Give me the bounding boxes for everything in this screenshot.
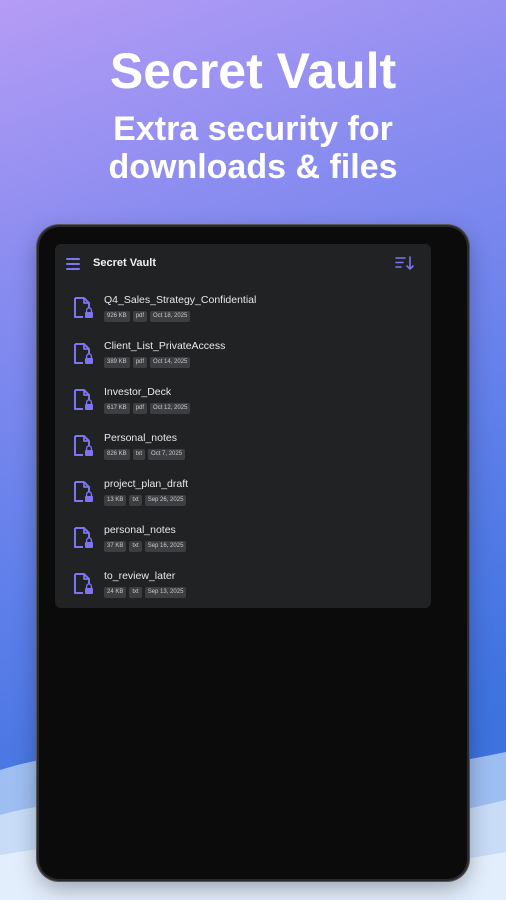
file-name: project_plan_draft bbox=[104, 478, 189, 490]
file-type-chip: txt bbox=[129, 495, 142, 506]
locked-file-icon bbox=[74, 435, 93, 456]
locked-file-icon bbox=[74, 573, 93, 594]
file-type-chip: pdf bbox=[132, 403, 148, 414]
file-list: Q4_Sales_Strategy_Confidential 926 KB pdf O… bbox=[55, 290, 431, 608]
promo-subtitle-line1: Extra security for bbox=[113, 110, 393, 148]
file-row[interactable]: Investor_Deck 617 KB pdf Oct 12, 2025 bbox=[55, 382, 431, 428]
hamburger-menu-icon[interactable] bbox=[66, 258, 80, 270]
file-meta: 826 KB txt Oct 7, 2025 bbox=[104, 449, 186, 460]
app-screen: Secret Vault Q4_Sales_Strategy_Confident… bbox=[55, 244, 431, 608]
file-meta: 24 KB txt Sep 13, 2025 bbox=[104, 587, 187, 598]
file-name: Personal_notes bbox=[104, 432, 177, 444]
file-name: Investor_Deck bbox=[104, 386, 172, 398]
file-meta: 13 KB txt Sep 26, 2025 bbox=[104, 495, 187, 506]
file-size-chip: 37 KB bbox=[104, 541, 127, 552]
file-type-chip: pdf bbox=[132, 311, 148, 322]
sort-icon[interactable] bbox=[395, 255, 415, 271]
file-meta: 37 KB txt Sep 16, 2025 bbox=[104, 541, 187, 552]
file-date-chip: Sep 13, 2025 bbox=[144, 587, 187, 598]
file-name: Q4_Sales_Strategy_Confidential bbox=[104, 294, 257, 306]
locked-file-icon bbox=[74, 389, 93, 410]
file-row[interactable]: to_review_later 24 KB txt Sep 13, 2025 bbox=[55, 566, 431, 608]
file-size-chip: 826 KB bbox=[104, 449, 130, 460]
file-type-chip: txt bbox=[129, 587, 142, 598]
file-row[interactable]: Client_List_PrivateAccess 389 KB pdf Oct 14… bbox=[55, 336, 431, 382]
file-name: to_review_later bbox=[104, 570, 176, 582]
locked-file-icon bbox=[74, 481, 93, 502]
file-row[interactable]: project_plan_draft 13 KB txt Sep 26, 2025 bbox=[55, 474, 431, 520]
file-size-chip: 24 KB bbox=[104, 587, 127, 598]
file-meta: 389 KB pdf Oct 14, 2025 bbox=[104, 357, 191, 368]
file-row[interactable]: Q4_Sales_Strategy_Confidential 926 KB pdf O… bbox=[55, 290, 431, 336]
promo-subtitle-line2: downloads & files bbox=[108, 148, 398, 186]
app-bar: Secret Vault bbox=[55, 244, 431, 282]
file-row[interactable]: Personal_notes 826 KB txt Oct 7, 2025 bbox=[55, 428, 431, 474]
file-size-chip: 13 KB bbox=[104, 495, 127, 506]
file-meta: 926 KB pdf Oct 18, 2025 bbox=[104, 311, 191, 322]
locked-file-icon bbox=[74, 527, 93, 548]
file-date-chip: Oct 14, 2025 bbox=[150, 357, 191, 368]
file-name: personal_notes bbox=[104, 524, 176, 536]
file-date-chip: Sep 26, 2025 bbox=[144, 495, 187, 506]
tablet-device: Secret Vault Q4_Sales_Strategy_Confident… bbox=[39, 227, 467, 879]
file-type-chip: pdf bbox=[132, 357, 148, 368]
file-size-chip: 617 KB bbox=[104, 403, 130, 414]
locked-file-icon bbox=[74, 297, 93, 318]
file-date-chip: Sep 16, 2025 bbox=[144, 541, 187, 552]
file-date-chip: Oct 7, 2025 bbox=[148, 449, 186, 460]
file-type-chip: txt bbox=[129, 541, 142, 552]
promo-title: Secret Vault bbox=[109, 43, 397, 99]
app-title: Secret Vault bbox=[93, 257, 156, 269]
file-type-chip: txt bbox=[132, 449, 146, 460]
file-meta: 617 KB pdf Oct 12, 2025 bbox=[104, 403, 191, 414]
file-name: Client_List_PrivateAccess bbox=[104, 340, 226, 352]
file-size-chip: 389 KB bbox=[104, 357, 130, 368]
file-size-chip: 926 KB bbox=[104, 311, 130, 322]
file-date-chip: Oct 18, 2025 bbox=[150, 311, 191, 322]
file-row[interactable]: personal_notes 37 KB txt Sep 16, 2025 bbox=[55, 520, 431, 566]
file-date-chip: Oct 12, 2025 bbox=[150, 403, 191, 414]
locked-file-icon bbox=[74, 343, 93, 364]
promo-subtitle: Extra security for downloads & files bbox=[0, 110, 506, 186]
